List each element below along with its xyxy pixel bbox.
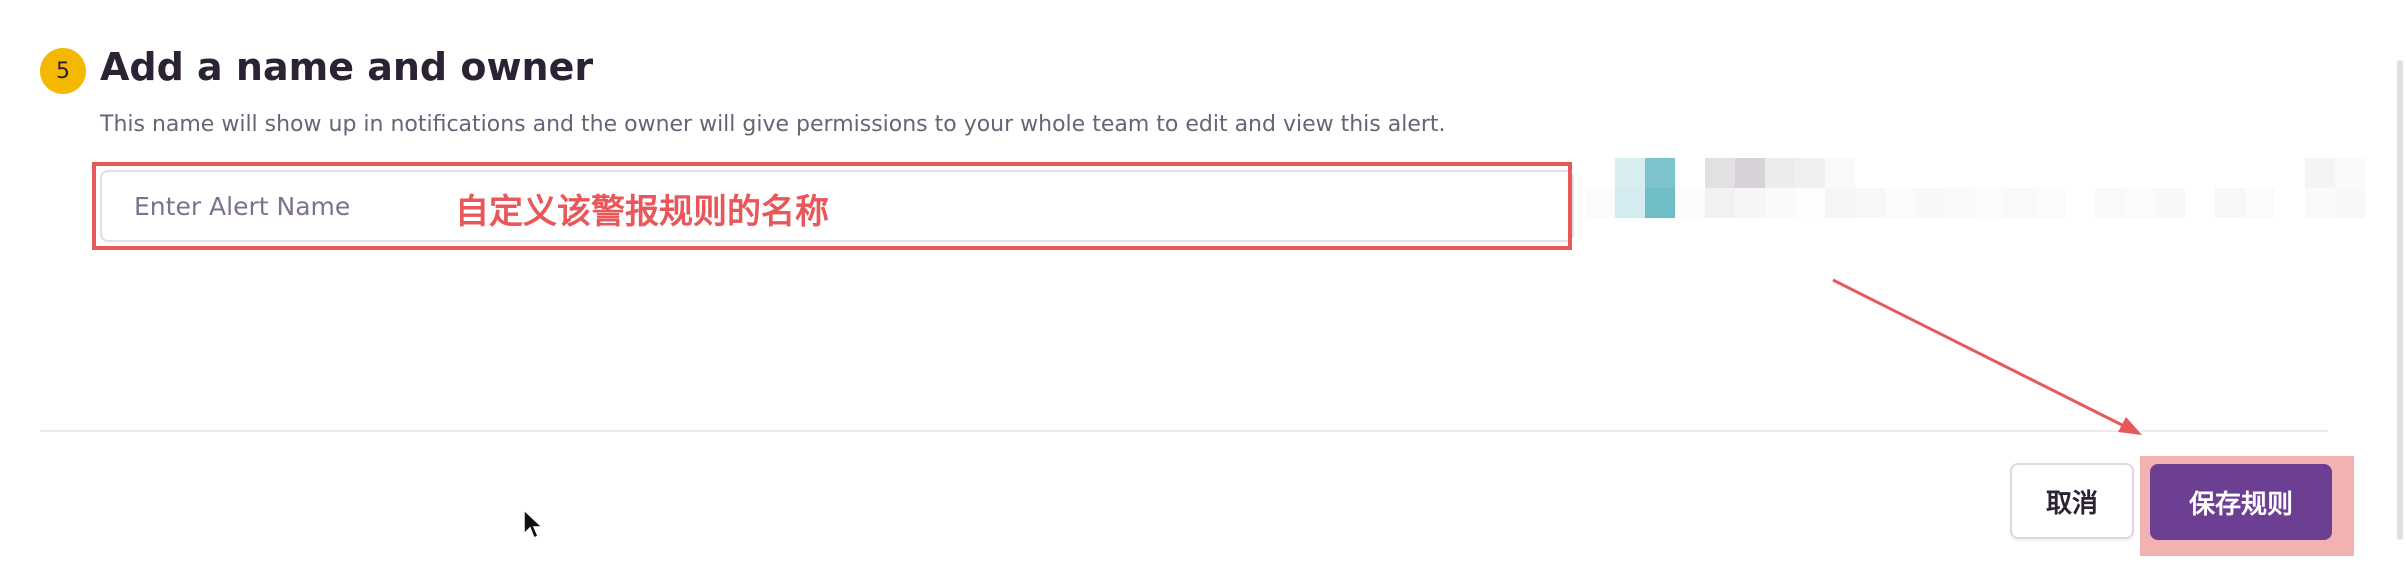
pixel-block	[1855, 188, 1885, 218]
pixel-block	[2335, 188, 2365, 218]
pixel-block	[1915, 218, 1945, 248]
pixel-block	[1705, 188, 1735, 218]
pixel-block	[1825, 158, 1855, 188]
mouse-cursor-icon	[523, 508, 544, 540]
pixel-block	[2155, 158, 2185, 188]
pixel-block	[1795, 188, 1825, 218]
pixel-block	[1765, 218, 1795, 248]
pixel-block	[1615, 158, 1645, 188]
pixel-block	[1825, 218, 1855, 248]
step-description: This name will show up in notifications …	[100, 112, 1446, 137]
pixel-block	[2005, 188, 2035, 218]
pixel-block	[2275, 218, 2305, 248]
pixel-block	[2275, 158, 2305, 188]
pixel-block	[2305, 158, 2335, 188]
pixel-block	[1675, 188, 1705, 218]
pixel-block	[2215, 158, 2245, 188]
pixel-block	[2125, 158, 2155, 188]
pixel-block	[1885, 158, 1915, 188]
pixel-block	[2155, 188, 2185, 218]
pixel-block	[1945, 158, 1975, 188]
pixel-block	[1585, 188, 1615, 218]
step-title: Add a name and owner	[100, 45, 594, 89]
pixel-block	[2245, 188, 2275, 218]
pixel-block	[2125, 218, 2155, 248]
pixel-block	[2005, 218, 2035, 248]
pixel-block	[1855, 218, 1885, 248]
pixel-block	[2065, 188, 2095, 218]
pixel-block	[1675, 158, 1705, 188]
pixel-block	[1585, 218, 1615, 248]
pixel-block	[2215, 188, 2245, 218]
cancel-button[interactable]: 取消	[2010, 463, 2134, 539]
pixel-block	[2095, 218, 2125, 248]
pixel-block	[2005, 158, 2035, 188]
pixel-block	[2125, 188, 2155, 218]
pixel-block	[1645, 188, 1675, 218]
step-number-badge: 5	[40, 48, 86, 94]
pixel-block	[2185, 218, 2215, 248]
pixel-block	[1765, 158, 1795, 188]
pixel-block	[1945, 188, 1975, 218]
pixel-block	[2095, 158, 2125, 188]
pixel-block	[1585, 158, 1615, 188]
pixel-block	[2305, 188, 2335, 218]
pixel-block	[2335, 218, 2365, 248]
pixel-block	[2065, 158, 2095, 188]
pixel-block	[2155, 218, 2185, 248]
scrollbar-thumb[interactable]	[2397, 60, 2403, 540]
pixel-block	[1885, 218, 1915, 248]
pixel-block	[1615, 188, 1645, 218]
pixel-block	[1975, 218, 2005, 248]
pixel-block	[2335, 158, 2365, 188]
pixel-block	[2305, 218, 2335, 248]
annotation-highlight-box	[92, 162, 1572, 250]
pixel-block	[1735, 218, 1765, 248]
pixel-block	[1945, 218, 1975, 248]
pixel-block	[2215, 218, 2245, 248]
pixel-block	[1705, 218, 1735, 248]
pixel-block	[2035, 158, 2065, 188]
pixel-block	[1915, 158, 1945, 188]
pixel-block	[1705, 158, 1735, 188]
pixel-block	[1975, 188, 2005, 218]
pixel-block	[1765, 188, 1795, 218]
pixel-block	[1855, 158, 1885, 188]
pixel-block	[1615, 218, 1645, 248]
owner-selector-pixelated[interactable]	[1585, 158, 2365, 250]
pixel-block	[1915, 188, 1945, 218]
pixel-block	[1795, 158, 1825, 188]
pixel-block	[2065, 218, 2095, 248]
pixel-block	[2245, 218, 2275, 248]
pixel-block	[1645, 218, 1675, 248]
pixel-block	[2035, 218, 2065, 248]
pixel-block	[2185, 188, 2215, 218]
pixel-block	[1885, 188, 1915, 218]
pixel-block	[2035, 188, 2065, 218]
pixel-block	[2275, 188, 2305, 218]
pixel-block	[2095, 188, 2125, 218]
pixel-block	[1645, 158, 1675, 188]
pixel-block	[1735, 188, 1765, 218]
pixel-block	[1795, 218, 1825, 248]
pixel-block	[2245, 158, 2275, 188]
pixel-block	[2185, 158, 2215, 188]
pixel-block	[1825, 188, 1855, 218]
annotation-label: 自定义该警报规则的名称	[455, 192, 829, 232]
pixel-block	[1975, 158, 2005, 188]
pixel-block	[1735, 158, 1765, 188]
save-rule-button[interactable]: 保存规则	[2150, 464, 2332, 540]
annotation-arrow	[1832, 278, 2142, 435]
pixel-block	[1675, 218, 1705, 248]
